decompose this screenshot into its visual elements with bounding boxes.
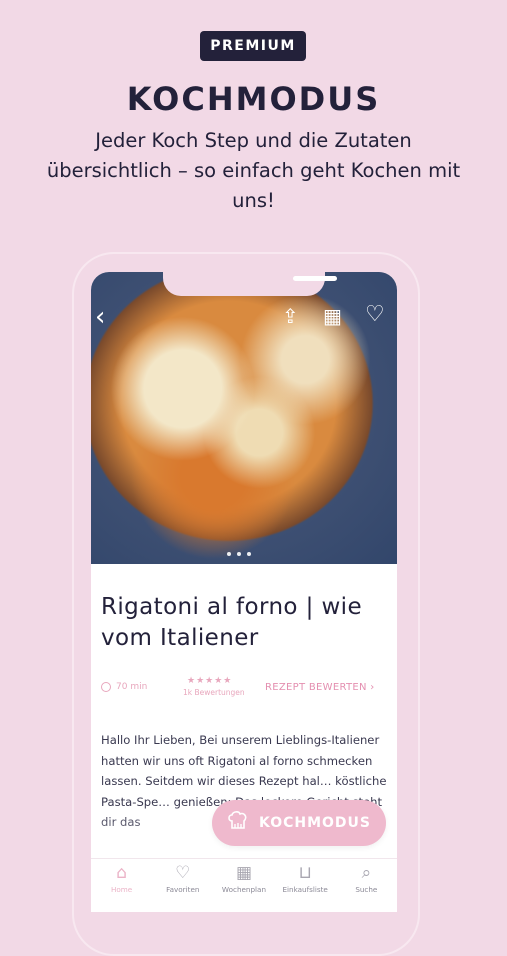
calendar-icon: ▦: [235, 863, 252, 883]
heart-icon: ♡: [175, 863, 191, 883]
rating-stars: ★★★★★: [187, 676, 233, 686]
pager-dot: [237, 552, 241, 556]
tab-wochenplan[interactable]: ▦ Wochenplan: [214, 863, 274, 894]
basket-icon: ⊔: [298, 863, 312, 883]
share-icon[interactable]: ⇪: [282, 304, 299, 328]
home-icon: ⌂: [116, 863, 127, 883]
tab-label: Home: [110, 885, 133, 894]
pager-dot: [247, 552, 251, 556]
phone-notch: [163, 272, 337, 296]
subline: Jeder Koch Step und die Zutaten übersich…: [46, 129, 461, 212]
premium-badge: PREMIUM: [200, 31, 306, 61]
kochmodus-button[interactable]: KOCHMODUS: [212, 800, 386, 846]
calendar-icon[interactable]: ▦: [323, 304, 342, 328]
rating-count: 1k Bewertungen: [183, 688, 245, 697]
cooking-time: 70 min: [101, 682, 147, 692]
headline: KOCHMODUS: [126, 80, 381, 118]
image-pager[interactable]: [227, 552, 251, 556]
back-icon[interactable]: ‹: [95, 302, 105, 332]
tab-home[interactable]: ⌂ Home: [92, 863, 152, 894]
tab-label: Wochenplan: [221, 885, 267, 894]
clock-icon: [101, 682, 111, 692]
kochmodus-button-label: KOCHMODUS: [258, 815, 372, 831]
search-icon: ⌕: [361, 863, 372, 883]
chef-hat-icon: [227, 811, 249, 835]
bottom-tab-bar: ⌂ Home ♡ Favoriten ▦ Wochenplan ⊔ Einkau…: [91, 858, 397, 905]
recipe-photo: [91, 272, 397, 564]
tab-einkaufsliste[interactable]: ⊔ Einkaufsliste: [275, 863, 335, 894]
notch-speaker: [293, 276, 337, 281]
tab-label: Favoriten: [166, 885, 200, 894]
rate-recipe-label: REZEPT BEWERTEN: [265, 682, 367, 693]
chevron-right-icon: ›: [370, 682, 375, 693]
favorite-icon[interactable]: ♡: [365, 302, 385, 327]
tab-favoriten[interactable]: ♡ Favoriten: [153, 863, 213, 894]
tab-label: Suche: [355, 885, 378, 894]
recipe-title: Rigatoni al forno | wie vom Italiener: [101, 594, 363, 651]
rate-recipe-link[interactable]: REZEPT BEWERTEN ›: [265, 682, 375, 693]
pager-dot: [227, 552, 231, 556]
tab-suche[interactable]: ⌕ Suche: [336, 863, 396, 894]
tab-label: Einkaufsliste: [282, 885, 328, 894]
cooking-time-value: 70 min: [116, 682, 148, 692]
